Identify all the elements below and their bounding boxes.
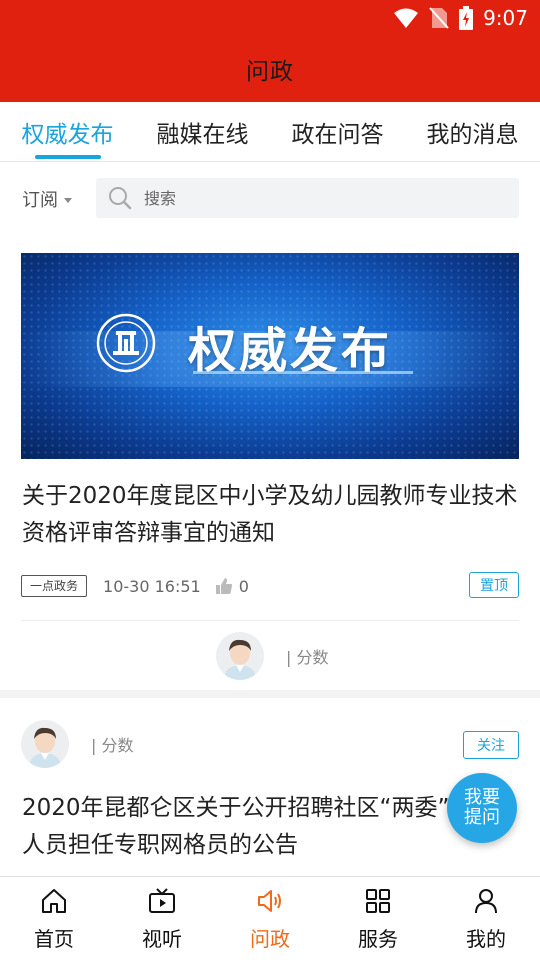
avatar[interactable] [216,632,264,680]
nav-item-wenzheng[interactable]: 问政 [216,877,324,960]
wifi-icon [394,8,419,28]
nav-label: 问政 [250,927,290,951]
fab-label-line1: 我要 [464,787,500,808]
speaker-icon [258,890,281,912]
caret-down-icon [64,197,72,203]
article-meta: 一点政务 10-30 16:51 0 置顶 [21,572,519,598]
subscribe-dropdown[interactable]: 订阅 [22,186,72,212]
source-tag: 一点政务 [21,575,88,597]
fab-label-line2: 提问 [464,807,500,828]
like-button[interactable]: 0 [215,577,249,596]
avatar-person-icon [29,727,61,768]
search-box[interactable] [96,178,519,218]
nav-label: 服务 [358,927,398,951]
nav-item-video[interactable]: 视听 [108,877,216,960]
tab-my-messages[interactable]: 我的消息 [405,102,540,161]
banner-underline [193,371,413,374]
article-title[interactable]: 关于2020年度昆区中小学及幼儿园教师专业技术资格评审答辩事宜的通知 [22,478,518,552]
article-title[interactable]: 2020年昆都仑区关于公开招聘社区“两委”工作人员担任专职网格员的公告 [22,790,518,864]
avatar[interactable] [21,720,69,768]
status-icons: 9:07 [393,6,528,30]
author-row: | 分数 关注 [21,720,519,768]
follow-button[interactable]: 关注 [463,731,519,759]
status-bar: 9:07 [0,0,540,36]
nav-label: 视听 [142,927,182,951]
grid-icon [366,889,390,913]
ask-question-button[interactable]: 我要 提问 [447,773,517,843]
pinned-badge: 置顶 [469,572,519,598]
tab-authoritative-release[interactable]: 权威发布 [0,102,135,161]
search-input[interactable] [144,188,484,208]
section-gap [0,690,540,698]
battery-icon [459,6,474,30]
nav-item-services[interactable]: 服务 [324,877,432,960]
subscribe-label: 订阅 [22,190,58,211]
thumbs-up-icon [215,578,232,594]
article-date: 10-30 16:51 [103,576,201,596]
author-row: | 分数 [216,632,328,680]
filter-row: 订阅 [0,178,540,220]
avatar-person-icon [224,639,256,680]
nav-label: 首页 [34,927,74,951]
status-time: 9:07 [483,6,528,30]
page-title: 问政 [246,59,294,85]
xinhua-logo-icon [96,313,156,373]
user-icon [475,889,497,914]
home-icon [42,889,66,913]
title-bar: 问政 [0,36,540,102]
nav-label: 我的 [466,927,506,951]
search-icon [109,187,132,210]
tab-bar: 权威发布 融媒在线 政在问答 我的消息 [0,102,540,162]
banner-image[interactable]: 权威发布 [21,253,519,459]
tab-qa[interactable]: 政在问答 [270,102,405,161]
like-count: 0 [238,576,249,596]
score-label: | 分数 [286,648,329,667]
tv-icon [149,888,175,913]
divider [21,620,519,621]
score-label: | 分数 [91,736,134,755]
nav-item-mine[interactable]: 我的 [432,877,540,960]
nav-item-home[interactable]: 首页 [0,877,108,960]
bottom-nav: 首页 视听 问政 服务 我的 [0,876,540,960]
tab-media-online[interactable]: 融媒在线 [135,102,270,161]
no-sim-icon [429,7,449,29]
